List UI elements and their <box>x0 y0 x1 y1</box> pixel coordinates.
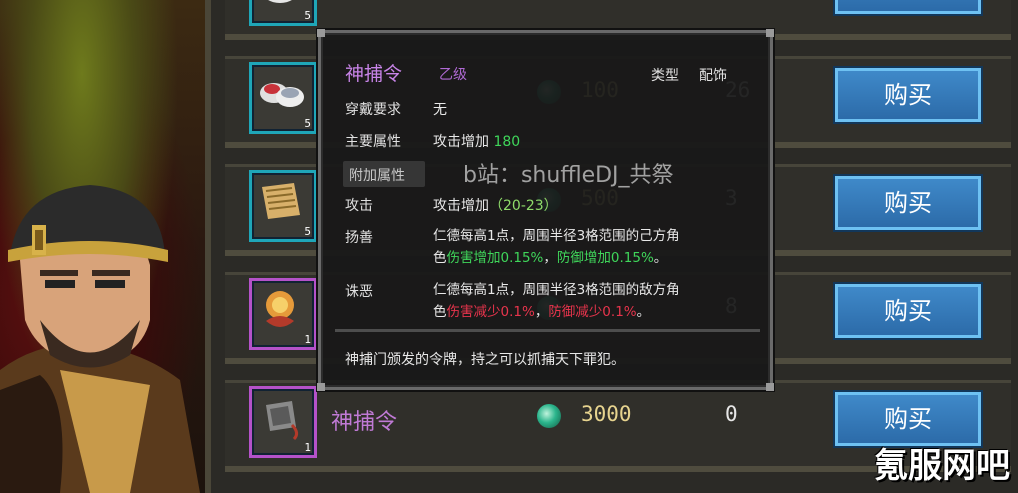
attack-value: 攻击增加（20-23） <box>433 195 558 215</box>
zhue-defense: 防御减少0.1% <box>548 304 637 320</box>
yangshan-end: 。 <box>653 250 668 266</box>
pouch-icon <box>268 0 292 3</box>
zhue-end: 。 <box>636 304 651 320</box>
yangshan-prefix: 色 <box>433 250 447 266</box>
tooltip-corner <box>317 29 325 37</box>
item-price: 3000 <box>581 402 632 426</box>
tooltip-title: 神捕令 <box>345 63 403 85</box>
token-icon <box>266 401 299 441</box>
item-quantity: 1 <box>304 333 311 346</box>
yangshan-desc-line1: 仁德每高1点，周围半径3格范围的己方角 <box>433 228 680 244</box>
item-name: 神捕令 <box>331 410 398 435</box>
yangshan-defense: 防御增加0.15% <box>556 250 654 266</box>
tooltip-flavor-text: 神捕门颁发的令牌，持之可以抓捕天下罪犯。 <box>345 352 625 368</box>
tooltip-corner <box>317 383 325 391</box>
buy-button[interactable]: 购买 <box>835 68 981 122</box>
item-slot[interactable]: 1 <box>249 386 317 458</box>
main-attr-text: 攻击增加 <box>433 134 489 150</box>
pills-icon <box>260 83 304 107</box>
yangshan-label: 扬善 <box>345 230 373 246</box>
main-attr-number: 180 <box>493 134 521 150</box>
item-slot[interactable]: 5 <box>249 62 317 134</box>
main-attr-value: 攻击增加 180 <box>433 131 520 151</box>
buy-button[interactable]: 购买 <box>835 0 981 14</box>
zhue-separator: ， <box>534 304 549 320</box>
site-logo: 氪服网吧 <box>874 446 1010 486</box>
buy-button[interactable]: 购买 <box>835 176 981 230</box>
attack-range: （20-23） <box>489 198 558 214</box>
tooltip-divider <box>335 329 760 332</box>
tooltip-corner <box>766 383 774 391</box>
yangshan-desc-line2: 色伤害增加0.15%，防御增加0.15%。 <box>433 247 753 269</box>
item-quantity: 5 <box>304 117 311 130</box>
currency-icon <box>537 404 561 428</box>
yangshan-damage: 伤害增加0.15% <box>446 250 544 266</box>
item-slot[interactable]: 5 <box>249 170 317 242</box>
item-stock: 0 <box>725 402 738 426</box>
requirement-label: 穿戴要求 <box>345 102 401 118</box>
video-watermark: b站：shuffleDJ_共祭 <box>463 163 674 188</box>
zhue-prefix: 色 <box>433 304 447 320</box>
attack-label: 攻击 <box>345 198 373 214</box>
item-quantity: 5 <box>304 9 311 22</box>
item-slot[interactable]: 5 <box>249 0 317 26</box>
main-attr-label: 主要属性 <box>345 134 401 150</box>
item-quantity: 1 <box>304 441 311 454</box>
tooltip-type-label: 类型 <box>651 68 679 84</box>
requirement-value: 无 <box>433 102 447 118</box>
zhue-desc-line1: 仁德每高1点，周围半径3格范围的敌方角 <box>433 282 680 298</box>
book-icon <box>262 183 300 219</box>
zhue-damage: 伤害减少0.1% <box>446 304 535 320</box>
buy-button[interactable]: 购买 <box>835 284 981 338</box>
item-quantity: 5 <box>304 225 311 238</box>
item-slot[interactable]: 1 <box>249 278 317 350</box>
yangshan-separator: ， <box>543 250 557 266</box>
character-portrait <box>0 185 200 493</box>
zhue-label: 诛恶 <box>345 284 373 300</box>
zhue-desc-line2: 色伤害减少0.1%，防御减少0.1%。 <box>433 301 753 323</box>
character-scene <box>0 0 205 493</box>
extra-attr-label: 附加属性 <box>349 168 405 184</box>
item-tooltip: 神捕令 乙级 类型 配饰 穿戴要求 无 主要属性 攻击增加 180 附加属性 b… <box>317 29 774 391</box>
tooltip-corner <box>766 29 774 37</box>
tooltip-grade: 乙级 <box>439 67 467 83</box>
tooltip-type-value: 配饰 <box>699 68 727 84</box>
attack-text: 攻击增加 <box>433 198 489 214</box>
pendant-icon <box>266 291 294 327</box>
